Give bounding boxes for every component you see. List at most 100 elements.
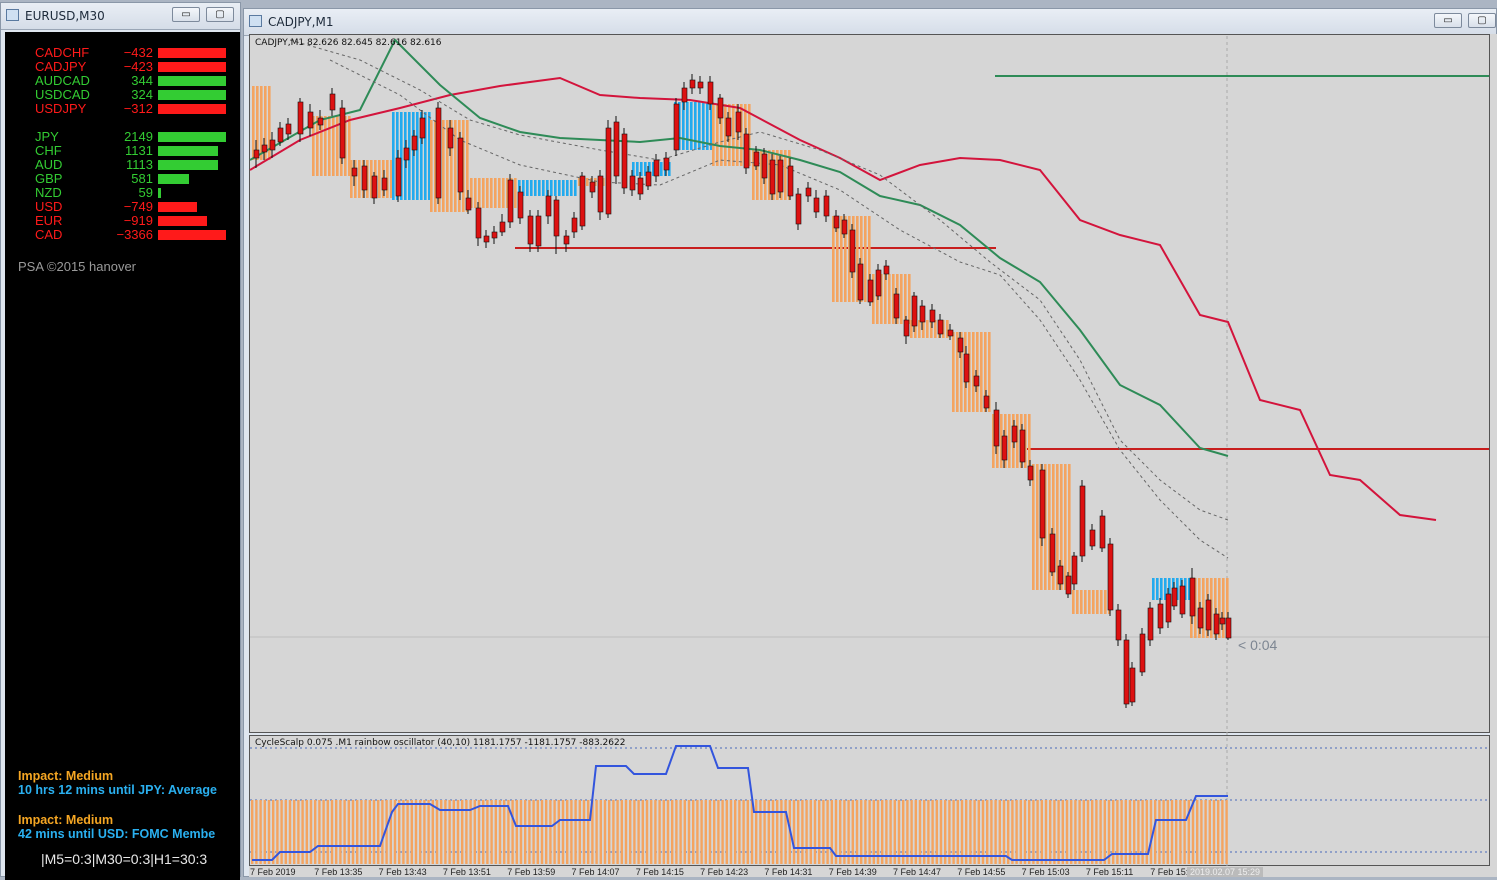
osc-histogram-bar	[965, 800, 968, 864]
candle-body	[1039, 469, 1046, 539]
osc-histogram-bar	[309, 800, 313, 864]
osc-histogram-bar	[490, 800, 493, 864]
signal-band-bar	[1100, 590, 1103, 614]
osc-histogram-bar	[675, 800, 678, 864]
osc-histogram-bar	[948, 800, 951, 864]
candle-body	[735, 111, 742, 133]
candle-body	[339, 107, 346, 159]
osc-histogram-bar	[561, 800, 565, 864]
osc-histogram-bar	[1170, 800, 1174, 864]
osc-histogram-bar	[994, 800, 997, 864]
osc-histogram-bar	[927, 800, 930, 864]
candle-body	[403, 147, 410, 161]
osc-histogram-bar	[419, 800, 422, 864]
osc-histogram-bar	[1032, 800, 1035, 864]
candle-body	[1099, 515, 1106, 549]
osc-histogram-bar	[1086, 800, 1090, 864]
osc-histogram-bar	[843, 800, 846, 864]
candle-body	[261, 144, 268, 153]
candle-body	[823, 195, 830, 217]
osc-histogram-bar	[566, 800, 569, 864]
osc-histogram-bar	[797, 800, 800, 864]
osc-histogram-bar	[1044, 800, 1048, 864]
chart-drawing	[249, 36, 1489, 866]
candle-body	[957, 337, 964, 353]
candle-body	[919, 305, 926, 323]
candle-body	[973, 375, 980, 387]
osc-histogram-bar	[872, 800, 875, 864]
candle-body	[1049, 533, 1056, 573]
osc-histogram-bar	[1074, 800, 1077, 864]
osc-histogram-bar	[629, 800, 632, 864]
candle-body	[1079, 485, 1086, 557]
osc-histogram-bar	[1103, 800, 1106, 864]
signal-band-bar	[690, 102, 693, 150]
signal-band-bar	[442, 120, 445, 212]
osc-histogram-bar	[414, 800, 418, 864]
candle-body	[589, 181, 596, 193]
osc-histogram-bar	[876, 800, 880, 864]
osc-histogram-bar	[351, 800, 355, 864]
candle-body	[545, 195, 552, 217]
candle-body	[1027, 465, 1034, 481]
candle-body	[787, 165, 794, 197]
osc-histogram-bar	[540, 800, 544, 864]
osc-histogram-bar	[952, 800, 955, 864]
candle-body	[329, 93, 336, 111]
osc-histogram-bar	[637, 800, 640, 864]
candle-body	[563, 235, 570, 245]
osc-histogram-bar	[272, 800, 275, 864]
osc-histogram-bar	[608, 800, 611, 864]
envelope-lower-line	[329, 59, 1229, 559]
candle-body	[1129, 667, 1136, 703]
signal-band-bar	[908, 274, 911, 324]
signal-band-bar	[574, 180, 577, 196]
osc-histogram-bar	[1196, 800, 1199, 864]
candle-body	[681, 87, 688, 103]
osc-histogram-bar	[1065, 800, 1069, 864]
osc-histogram-bar	[671, 800, 674, 864]
candle-body	[1123, 639, 1130, 705]
osc-histogram-bar	[855, 800, 859, 864]
osc-histogram-bar	[267, 800, 271, 864]
candle-body	[883, 265, 890, 275]
signal-band-bar	[550, 180, 553, 196]
signal-band-bar	[324, 116, 327, 176]
osc-histogram-bar	[301, 800, 304, 864]
candle-body	[903, 319, 910, 337]
signal-band-bar	[534, 180, 537, 196]
osc-histogram-bar	[1011, 800, 1014, 864]
candle-body	[707, 81, 714, 105]
osc-histogram-bar	[1099, 800, 1102, 864]
signal-band-bar	[972, 332, 975, 412]
osc-histogram-bar	[553, 800, 556, 864]
osc-histogram-bar	[503, 800, 506, 864]
signal-band-bar	[586, 178, 589, 186]
osc-histogram-bar	[1149, 800, 1153, 864]
signal-band-bar	[1092, 590, 1095, 614]
signal-band-bar	[1072, 590, 1075, 614]
osc-histogram-bar	[973, 800, 976, 864]
osc-histogram-bar	[792, 800, 796, 864]
candle-body	[1057, 565, 1064, 585]
osc-histogram-bar	[939, 800, 943, 864]
candle-body	[483, 235, 490, 243]
candle-body	[1115, 609, 1122, 641]
signal-band-bar	[494, 178, 497, 208]
candle-body	[381, 177, 388, 191]
candle-body	[297, 101, 304, 135]
osc-histogram-bar	[356, 800, 359, 864]
osc-histogram-bar	[641, 800, 644, 864]
candle-body	[457, 137, 464, 193]
osc-histogram-bar	[746, 800, 749, 864]
osc-histogram-bar	[822, 800, 825, 864]
osc-histogram-bar	[599, 800, 602, 864]
candle-body	[963, 353, 970, 383]
signal-band-bar	[392, 112, 395, 200]
candle-body	[411, 135, 418, 151]
candle-body	[1213, 613, 1220, 635]
candle-body	[499, 221, 506, 233]
candle-body	[929, 309, 936, 323]
osc-histogram-bar	[1162, 800, 1165, 864]
osc-histogram-bar	[377, 800, 380, 864]
